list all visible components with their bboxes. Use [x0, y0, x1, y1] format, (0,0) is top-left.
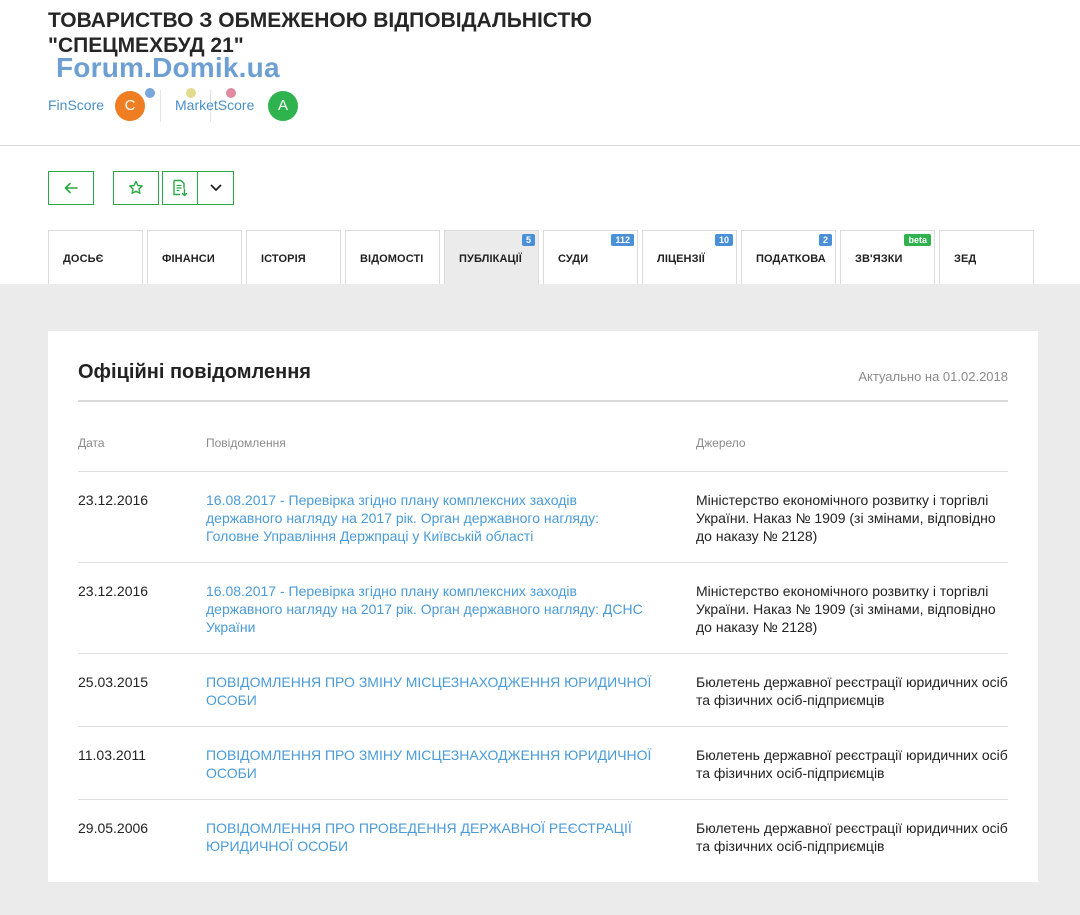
table-row: 23.12.2016 16.08.2017 - Перевірка згідно… [78, 471, 1008, 562]
score-separator [160, 90, 161, 122]
tab-connections[interactable]: beta ЗВ'ЯЗКИ [840, 230, 935, 284]
tab-badge: 2 [818, 234, 832, 246]
card-title: Офіційні повідомлення [78, 361, 311, 383]
company-title-line1: ТОВАРИСТВО З ОБМЕЖЕНОЮ ВІДПОВІДАЛЬНІСТЮ [48, 9, 592, 32]
table-row: 23.12.2016 16.08.2017 - Перевірка згідно… [78, 562, 1008, 653]
card-title-underline [78, 400, 1008, 402]
tab-label: ПУБЛІКАЦІЇ [459, 253, 522, 265]
tab-finances[interactable]: ФІНАНСИ [147, 230, 242, 284]
finscore-indicator-dot [145, 88, 155, 98]
row-date: 29.05.2006 [78, 820, 149, 836]
official-notices-card: Офіційні повідомлення Актуально на 01.02… [48, 331, 1038, 882]
tab-courts[interactable]: 112 СУДИ [543, 230, 638, 284]
tab-history[interactable]: ІСТОРІЯ [246, 230, 341, 284]
tab-licenses[interactable]: 10 ЛІЦЕНЗІЇ [642, 230, 737, 284]
tab-label: ДОСЬЄ [63, 253, 104, 265]
column-header-source: Джерело [696, 436, 746, 450]
tab-label: ЛІЦЕНЗІЇ [657, 253, 705, 265]
favorite-button[interactable] [113, 171, 159, 205]
row-message-link[interactable]: 16.08.2017 - Перевірка згідно плану комп… [206, 491, 656, 545]
arrow-left-icon [64, 182, 78, 194]
row-message-link[interactable]: 16.08.2017 - Перевірка згідно плану комп… [206, 582, 656, 636]
tab-badge: beta [904, 234, 931, 246]
tab-label: ЗВ'ЯЗКИ [855, 253, 903, 265]
row-source: Бюлетень державної реєстрації юридичних … [696, 674, 1008, 708]
row-message-link[interactable]: ПОВІДОМЛЕННЯ ПРО ПРОВЕДЕННЯ ДЕРЖАВНОЇ РЕ… [206, 819, 656, 855]
marketscore-badge[interactable]: A [268, 91, 298, 121]
table-row: 25.03.2015 ПОВІДОМЛЕННЯ ПРО ЗМІНУ МІСЦЕЗ… [78, 653, 1008, 726]
chevron-down-icon [210, 184, 221, 191]
tab-publications[interactable]: 5 ПУБЛІКАЦІЇ [444, 230, 539, 284]
column-header-message: Повідомлення [206, 436, 286, 450]
tab-dossier[interactable]: ДОСЬЄ [48, 230, 143, 284]
marketscore-label[interactable]: MarketScore [175, 97, 254, 113]
company-title: ТОВАРИСТВО З ОБМЕЖЕНОЮ ВІДПОВІДАЛЬНІСТЮ … [48, 8, 668, 58]
finscore-badge[interactable]: C [115, 91, 145, 121]
document-download-icon [173, 179, 188, 197]
row-message-link[interactable]: ПОВІДОМЛЕННЯ ПРО ЗМІНУ МІСЦЕЗНАХОДЖЕННЯ … [206, 673, 656, 709]
row-source: Міністерство економічного розвитку і тор… [696, 492, 996, 544]
table-row: 11.03.2011 ПОВІДОМЛЕННЯ ПРО ЗМІНУ МІСЦЕЗ… [78, 726, 1008, 799]
tab-label: СУДИ [558, 253, 589, 265]
tab-records[interactable]: ВІДОМОСТІ [345, 230, 440, 284]
row-source: Бюлетень державної реєстрації юридичних … [696, 820, 1008, 854]
row-date: 23.12.2016 [78, 583, 149, 599]
tab-badge: 112 [611, 234, 634, 246]
tab-badge: 5 [521, 234, 535, 246]
tab-label: ПОДАТКОВА [756, 253, 826, 265]
column-header-date: Дата [78, 436, 105, 450]
finscore-label[interactable]: FinScore [48, 97, 104, 113]
watermark: Forum.Domik.ua [56, 52, 280, 83]
updated-date: Актуально на 01.02.2018 [858, 369, 1008, 384]
tab-label: ФІНАНСИ [162, 253, 215, 265]
tab-label: ВІДОМОСТІ [360, 253, 424, 265]
company-header: ТОВАРИСТВО З ОБМЕЖЕНОЮ ВІДПОВІДАЛЬНІСТЮ … [0, 0, 1080, 284]
tab-label: ЗЕД [954, 253, 977, 265]
row-source: Бюлетень державної реєстрації юридичних … [696, 747, 1008, 781]
row-source: Міністерство економічного розвитку і тор… [696, 583, 996, 635]
tab-tax[interactable]: 2 ПОДАТКОВА [741, 230, 836, 284]
row-date: 25.03.2015 [78, 674, 149, 690]
tab-foreign-trade[interactable]: ЗЕД [939, 230, 1034, 284]
row-date: 11.03.2011 [78, 747, 146, 763]
back-button[interactable] [48, 171, 94, 205]
star-icon [129, 180, 143, 194]
tab-label: ІСТОРІЯ [261, 253, 306, 265]
header-divider [0, 145, 1080, 146]
row-message-link[interactable]: ПОВІДОМЛЕННЯ ПРО ЗМІНУ МІСЦЕЗНАХОДЖЕННЯ … [206, 746, 656, 782]
row-date: 23.12.2016 [78, 492, 149, 508]
tab-badge: 10 [714, 234, 733, 246]
table-row: 29.05.2006 ПОВІДОМЛЕННЯ ПРО ПРОВЕДЕННЯ Д… [78, 799, 1008, 872]
export-button[interactable] [162, 171, 198, 205]
more-actions-button[interactable] [197, 171, 234, 205]
